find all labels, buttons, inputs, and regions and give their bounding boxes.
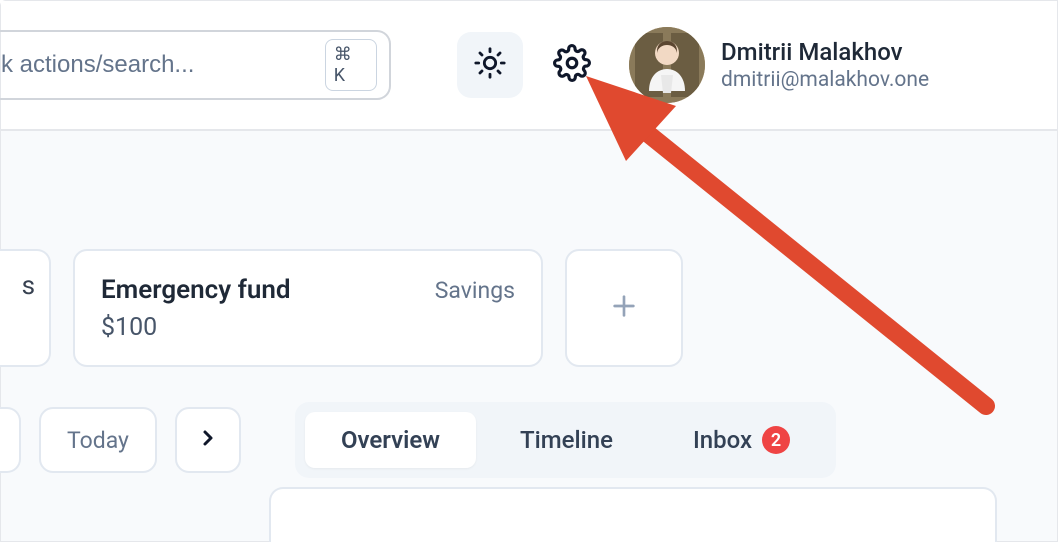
user-info: Dmitrii Malakhov dmitrii@malakhov.one <box>721 38 929 92</box>
search-box[interactable]: ⌘ K <box>0 30 391 100</box>
tab-inbox-label: Inbox <box>693 426 752 454</box>
date-nav-prev-partial[interactable] <box>0 407 21 473</box>
date-nav-next[interactable] <box>175 407 241 473</box>
today-label: Today <box>67 427 129 454</box>
plus-icon <box>608 290 640 326</box>
account-amount: $100 <box>101 313 515 342</box>
tab-timeline[interactable]: Timeline <box>484 412 649 468</box>
account-title: Emergency fund <box>101 275 291 305</box>
user-email: dmitrii@malakhov.one <box>721 68 929 92</box>
search-shortcut: ⌘ K <box>325 39 377 91</box>
avatar <box>629 27 705 103</box>
inbox-badge: 2 <box>762 426 790 454</box>
tab-overview[interactable]: Overview <box>305 412 476 468</box>
tab-overview-label: Overview <box>341 426 440 454</box>
today-button[interactable]: Today <box>39 407 157 473</box>
content-panel <box>269 487 997 542</box>
main-content: s Emergency fund Savings $100 Today <box>1 131 1057 541</box>
gear-icon <box>553 44 591 86</box>
search-input[interactable] <box>1 51 325 79</box>
tabs: Overview Timeline Inbox 2 <box>295 402 836 478</box>
app-header: ⌘ K <box>1 1 1057 131</box>
add-account-button[interactable] <box>565 249 683 367</box>
account-card-partial-trail: s <box>22 271 35 301</box>
accounts-row: s Emergency fund Savings $100 <box>0 249 683 367</box>
theme-toggle-button[interactable] <box>457 32 523 98</box>
account-card[interactable]: Emergency fund Savings $100 <box>73 249 543 367</box>
settings-button[interactable] <box>539 32 605 98</box>
tab-inbox[interactable]: Inbox 2 <box>657 412 826 468</box>
user-menu[interactable]: Dmitrii Malakhov dmitrii@malakhov.one <box>629 27 929 103</box>
controls-row: Today Overview Timeline Inbox 2 <box>0 402 1057 478</box>
sun-icon <box>473 46 507 84</box>
user-name: Dmitrii Malakhov <box>721 38 929 66</box>
account-card-partial[interactable]: s <box>0 249 51 367</box>
tab-timeline-label: Timeline <box>520 426 613 454</box>
chevron-right-icon <box>196 426 220 454</box>
account-type: Savings <box>435 277 515 304</box>
